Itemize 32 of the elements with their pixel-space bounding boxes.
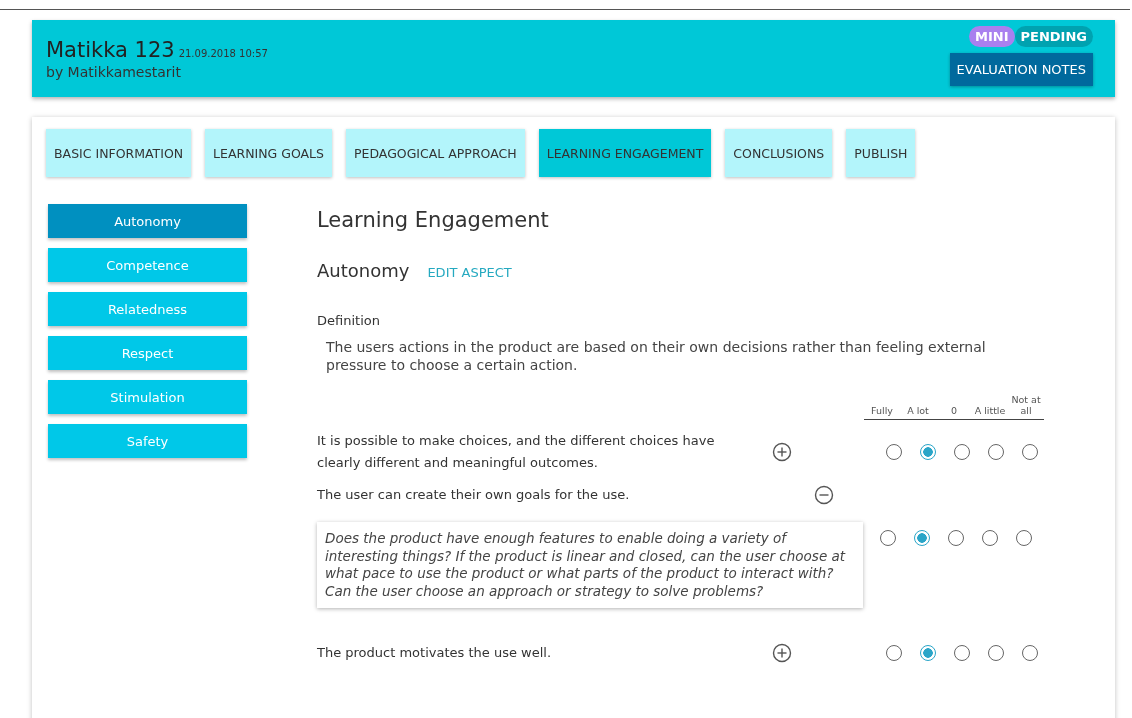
radio-button[interactable]	[920, 645, 936, 661]
scale-label: A little	[973, 405, 1007, 416]
tab[interactable]: LEARNING ENGAGEMENT	[538, 129, 712, 177]
section-heading: Learning Engagement	[317, 208, 550, 232]
timestamp: 21.09.2018 10:57	[178, 47, 268, 59]
status-badge: PENDING	[1014, 26, 1093, 47]
tab[interactable]: LEARNING GOALS	[205, 129, 332, 177]
scale-label: Fully	[870, 405, 894, 416]
plus-circle-icon[interactable]	[771, 643, 792, 663]
minus-circle-icon[interactable]	[814, 485, 834, 505]
hint-text: Does the product have enough features to enable doing a variety of interesting things? If the product is linear and closed, can the user choose at what pace to use the product or what parts of the product to interact with? Can the user choose an approach or strategy to solve problems?	[317, 522, 863, 608]
evaluation-notes-button[interactable]: EVALUATION NOTES	[949, 53, 1093, 86]
author-text: by Matikkamestarit	[46, 63, 182, 80]
status-badge: MINI	[969, 26, 1015, 47]
tab[interactable]: CONCLUSIONS	[725, 129, 833, 177]
aspect-title: Autonomy	[317, 260, 410, 281]
tab[interactable]: PUBLISH	[846, 129, 916, 177]
scale-label: 0	[949, 405, 958, 416]
plus-circle-icon[interactable]	[771, 442, 792, 462]
scale-label: A lot	[906, 405, 930, 416]
definition-text: The users actions in the product are based on their own decisions rather than feeling external pressure to choose a certain action.	[326, 338, 987, 374]
radio-button[interactable]	[920, 444, 936, 460]
sidebar-item[interactable]: Autonomy	[48, 204, 247, 238]
question-text: The product motivates the use well.	[317, 645, 552, 660]
definition-label: Definition	[317, 313, 381, 328]
question-text: The user can create their own goals for the use.	[317, 487, 630, 502]
page-title: Matikka 123	[46, 37, 175, 62]
radio-button[interactable]	[914, 530, 930, 546]
tab[interactable]: BASIC INFORMATION	[46, 129, 192, 177]
question-text: It is possible to make choices, and the different choices have clearly different and meaningful outcomes.	[317, 433, 715, 470]
scale-label: Not at all	[1010, 394, 1042, 416]
tab[interactable]: PEDAGOGICAL APPROACH	[346, 129, 525, 177]
